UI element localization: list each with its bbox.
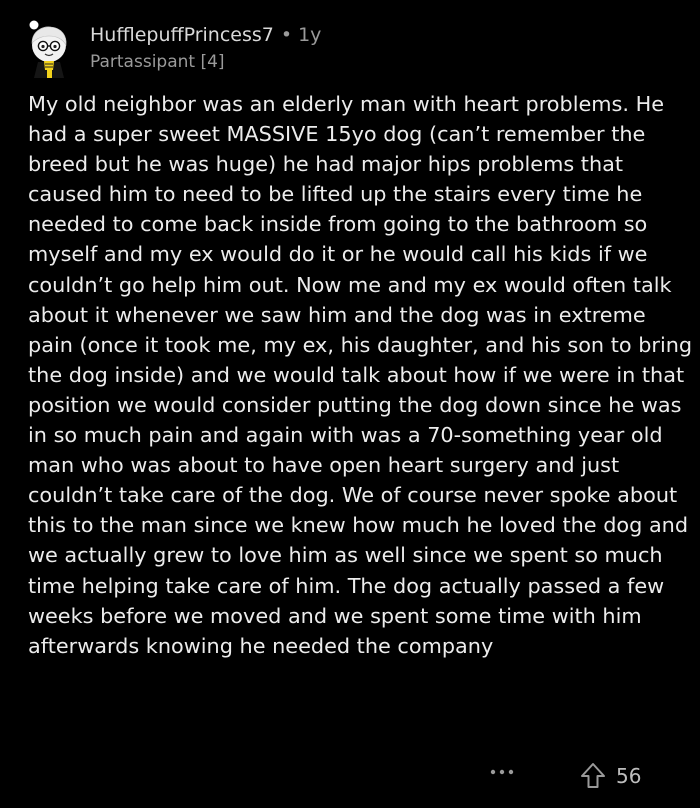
- user-flair: Partassipant [4]: [90, 52, 225, 72]
- username-row: HufflepuffPrincess7 • 1y: [90, 22, 321, 48]
- comment-age: 1y: [298, 24, 322, 46]
- meta-separator: •: [280, 24, 293, 46]
- vote-controls: 56: [580, 762, 641, 790]
- username[interactable]: HufflepuffPrincess7: [90, 22, 274, 48]
- more-options-icon[interactable]: [488, 762, 516, 782]
- vote-score: 56: [616, 764, 642, 788]
- comment-meta: HufflepuffPrincess7 • 1y Partassipant [4…: [90, 22, 321, 74]
- comment: HufflepuffPrincess7 • 1y Partassipant [4…: [0, 0, 700, 808]
- avatar[interactable]: [20, 18, 76, 78]
- upvote-arrow-icon[interactable]: [580, 762, 606, 790]
- comment-body: My old neighbor was an elderly man with …: [28, 92, 693, 658]
